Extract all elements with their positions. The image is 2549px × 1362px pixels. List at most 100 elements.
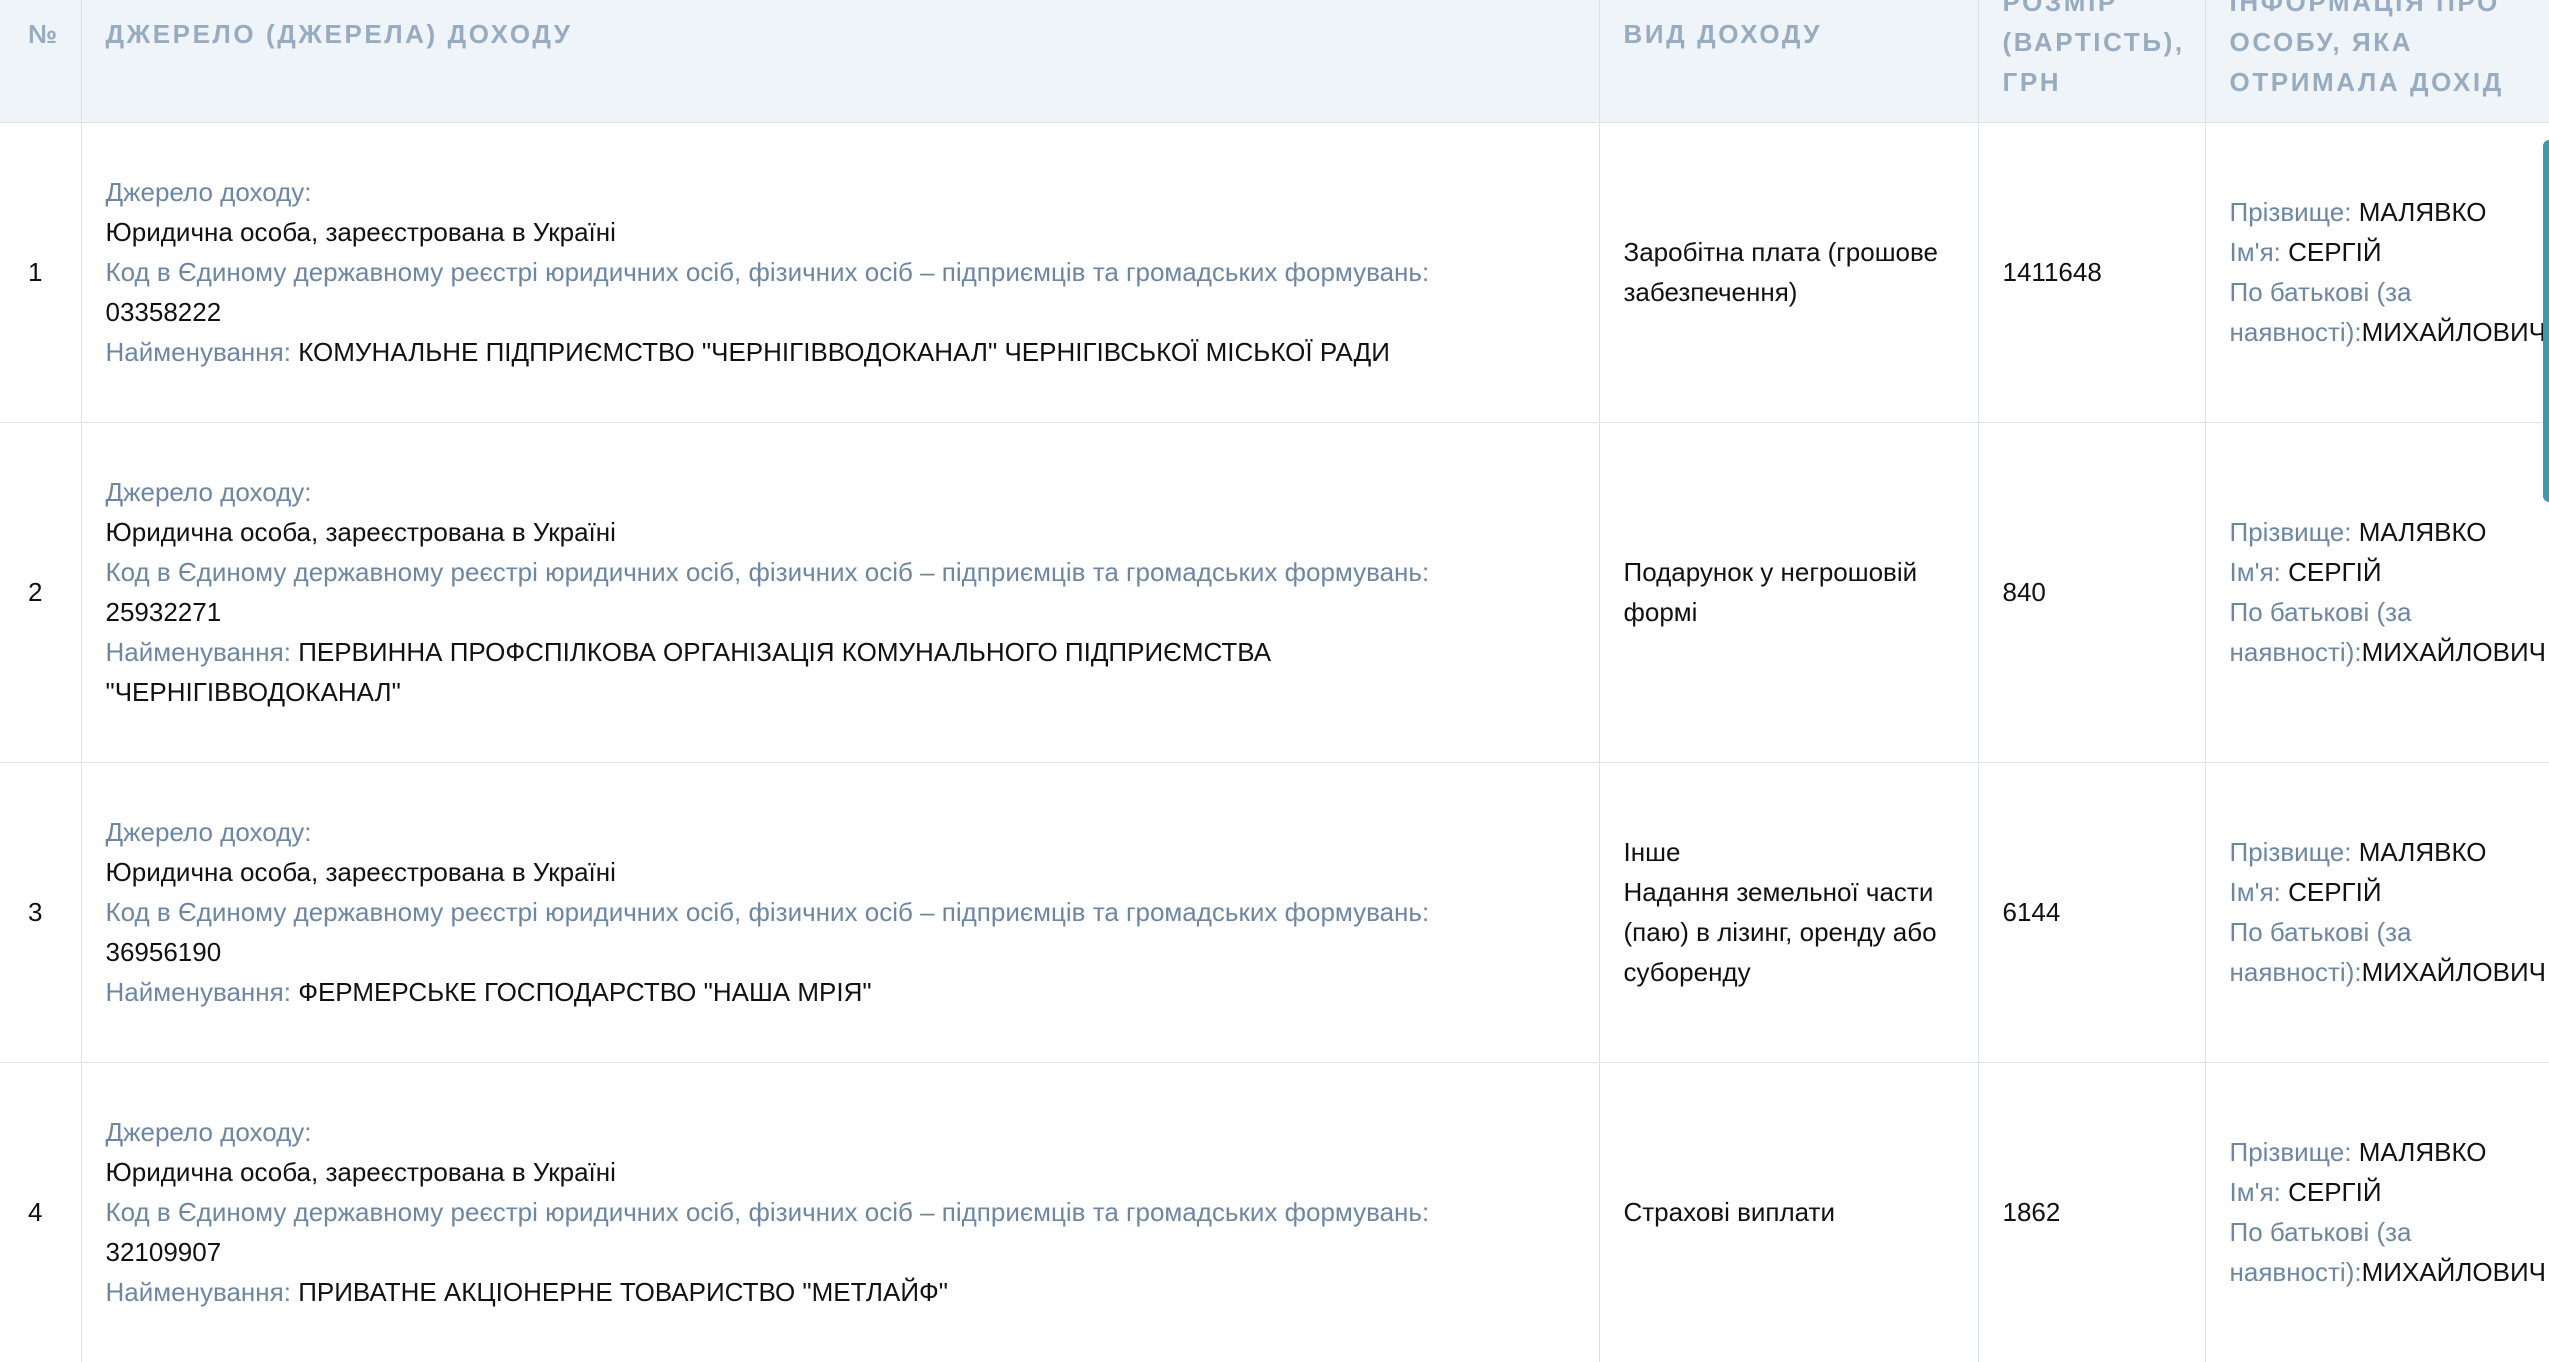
first-name-label: Ім'я: [2229, 557, 2289, 587]
income-type: Страхові виплати [1623, 1197, 1836, 1227]
income-table-body: 1 Джерело доходу: Юридична особа, зареєс… [0, 122, 2549, 1362]
patronymic-label-2: наявності): [2229, 637, 2362, 667]
recipient-patronymic: МИХАЙЛОВИЧ [2361, 637, 2546, 667]
header-amount-line1: (ВАРТІСТЬ), [2002, 27, 2185, 57]
name-label: Найменування: [105, 337, 299, 367]
source-label: Джерело доходу: [105, 817, 312, 847]
recipient-patronymic: МИХАЙЛОВИЧ [2361, 1257, 2546, 1287]
declaration-income-page: № ДЖЕРЕЛО (ДЖЕРЕЛА) ДОХОДУ ВИД ДОХОДУ РО… [0, 0, 2549, 1362]
recipient-surname: МАЛЯВКО [2358, 1137, 2487, 1167]
patronymic-label-2: наявності): [2229, 957, 2362, 987]
row-number-cell: 3 [0, 762, 82, 1063]
table-row: 2 Джерело доходу: Юридична особа, зареєс… [0, 422, 2549, 763]
patronymic-label-1: По батькові (за [2229, 1217, 2412, 1247]
header-number-label: № [28, 19, 57, 49]
header-recipient-line1: ОСОБУ, ЯКА [2229, 27, 2414, 57]
recipient-cell: Прізвище: МАЛЯВКО Ім'я: СЕРГІЙ По батько… [2205, 122, 2549, 423]
header-recipient: ІНФОРМАЦІЯ ПРО ОСОБУ, ЯКА ОТРИМАЛА ДОХІД [2205, 0, 2549, 123]
name-label: Найменування: [105, 1277, 299, 1307]
row-number-cell: 1 [0, 122, 82, 423]
header-recipient-top: ІНФОРМАЦІЯ ПРО [2229, 0, 2500, 17]
row-number-cell: 2 [0, 422, 82, 763]
patronymic-label-1: По батькові (за [2229, 917, 2412, 947]
organization-name: ПРИВАТНЕ АКЦІОНЕРНЕ ТОВАРИСТВО "МЕТЛАЙФ" [298, 1277, 949, 1307]
organization-name: КОМУНАЛЬНЕ ПІДПРИЄМСТВО "ЧЕРНІГІВВОДОКАН… [298, 337, 1390, 367]
patronymic-label-1: По батькові (за [2229, 277, 2412, 307]
header-number: № [0, 0, 82, 123]
code-label: Код в Єдиному державному реєстрі юридичн… [105, 257, 1430, 287]
amount-cell: 1862 [1978, 1062, 2206, 1362]
first-name-label: Ім'я: [2229, 1177, 2289, 1207]
patronymic-label-2: наявності): [2229, 1257, 2362, 1287]
table-row: 4 Джерело доходу: Юридична особа, зареєс… [0, 1062, 2549, 1362]
header-amount-line2: ГРН [2002, 67, 2062, 97]
income-type-cell: Страхові виплати [1599, 1062, 1979, 1362]
source-label: Джерело доходу: [105, 477, 312, 507]
income-type-detail: Надання земельної части (паю) в лізинг, … [1623, 877, 1937, 987]
income-amount: 1862 [2002, 1197, 2061, 1227]
header-recipient-line2: ОТРИМАЛА ДОХІД [2229, 67, 2504, 97]
income-type-cell: Інше Надання земельної части (паю) в ліз… [1599, 762, 1979, 1063]
source-cell: Джерело доходу: Юридична особа, зареєстр… [81, 422, 1600, 763]
header-source: ДЖЕРЕЛО (ДЖЕРЕЛА) ДОХОДУ [81, 0, 1600, 123]
source-type: Юридична особа, зареєстрована в Україні [105, 1157, 616, 1187]
recipient-cell: Прізвище: МАЛЯВКО Ім'я: СЕРГІЙ По батько… [2205, 762, 2549, 1063]
income-table: № ДЖЕРЕЛО (ДЖЕРЕЛА) ДОХОДУ ВИД ДОХОДУ РО… [0, 0, 2549, 1362]
recipient-first-name: СЕРГІЙ [2288, 557, 2382, 587]
patronymic-label-1: По батькові (за [2229, 597, 2412, 627]
row-number: 1 [28, 257, 43, 287]
recipient-surname: МАЛЯВКО [2358, 197, 2487, 227]
amount-cell: 1411648 [1978, 122, 2206, 423]
header-amount: РОЗМІР (ВАРТІСТЬ), ГРН [1978, 0, 2206, 123]
table-row: 3 Джерело доходу: Юридична особа, зареєс… [0, 762, 2549, 1063]
name-label: Найменування: [105, 637, 299, 667]
horizontal-scroll-handle[interactable] [2543, 140, 2549, 502]
amount-cell: 840 [1978, 422, 2206, 763]
code-label: Код в Єдиному державному реєстрі юридичн… [105, 897, 1430, 927]
edrpou-code: 32109907 [105, 1237, 222, 1267]
row-number: 3 [28, 897, 43, 927]
income-type: Заробітна плата (грошове забезпечення) [1623, 237, 1939, 307]
code-label: Код в Єдиному державному реєстрі юридичн… [105, 557, 1430, 587]
income-amount: 1411648 [2002, 257, 2102, 287]
header-source-label: ДЖЕРЕЛО (ДЖЕРЕЛА) ДОХОДУ [105, 19, 573, 49]
source-type: Юридична особа, зареєстрована в Україні [105, 517, 616, 547]
income-amount: 840 [2002, 577, 2046, 607]
recipient-first-name: СЕРГІЙ [2288, 237, 2382, 267]
source-type: Юридична особа, зареєстрована в Україні [105, 217, 616, 247]
name-label: Найменування: [105, 977, 299, 1007]
source-cell: Джерело доходу: Юридична особа, зареєстр… [81, 1062, 1600, 1362]
source-cell: Джерело доходу: Юридична особа, зареєстр… [81, 122, 1600, 423]
surname-label: Прізвище: [2229, 517, 2359, 547]
source-label: Джерело доходу: [105, 1117, 312, 1147]
recipient-patronymic: МИХАЙЛОВИЧ [2361, 957, 2546, 987]
recipient-cell: Прізвище: МАЛЯВКО Ім'я: СЕРГІЙ По батько… [2205, 422, 2549, 763]
edrpou-code: 36956190 [105, 937, 222, 967]
header-amount-top: РОЗМІР [2002, 0, 2118, 17]
income-table-header: № ДЖЕРЕЛО (ДЖЕРЕЛА) ДОХОДУ ВИД ДОХОДУ РО… [0, 0, 2549, 123]
surname-label: Прізвище: [2229, 1137, 2359, 1167]
recipient-first-name: СЕРГІЙ [2288, 1177, 2382, 1207]
first-name-label: Ім'я: [2229, 237, 2289, 267]
recipient-surname: МАЛЯВКО [2358, 837, 2487, 867]
recipient-patronymic: МИХАЙЛОВИЧ [2361, 317, 2546, 347]
source-type: Юридична особа, зареєстрована в Україні [105, 857, 616, 887]
amount-cell: 6144 [1978, 762, 2206, 1063]
row-number: 2 [28, 577, 43, 607]
edrpou-code: 03358222 [105, 297, 222, 327]
first-name-label: Ім'я: [2229, 877, 2289, 907]
header-row: № ДЖЕРЕЛО (ДЖЕРЕЛА) ДОХОДУ ВИД ДОХОДУ РО… [0, 0, 2549, 123]
surname-label: Прізвище: [2229, 837, 2359, 867]
edrpou-code: 25932271 [105, 597, 222, 627]
patronymic-label-2: наявності): [2229, 317, 2362, 347]
recipient-first-name: СЕРГІЙ [2288, 877, 2382, 907]
income-amount: 6144 [2002, 897, 2061, 927]
organization-name: ФЕРМЕРСЬКЕ ГОСПОДАРСТВО "НАША МРІЯ" [298, 977, 872, 1007]
income-type: Подарунок у негрошовій формі [1623, 557, 1918, 627]
header-income-type: ВИД ДОХОДУ [1599, 0, 1979, 123]
income-type-cell: Заробітна плата (грошове забезпечення) [1599, 122, 1979, 423]
source-cell: Джерело доходу: Юридична особа, зареєстр… [81, 762, 1600, 1063]
income-type: Інше [1623, 837, 1681, 867]
source-label: Джерело доходу: [105, 177, 312, 207]
row-number: 4 [28, 1197, 43, 1227]
